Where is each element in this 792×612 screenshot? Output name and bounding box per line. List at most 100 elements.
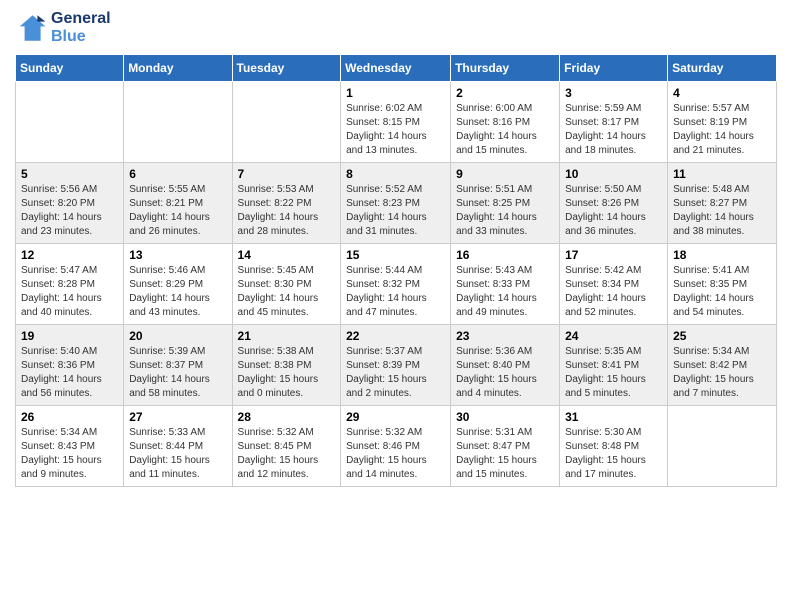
- day-number: 21: [238, 329, 336, 343]
- calendar-cell: 7 Sunrise: 5:53 AM Sunset: 8:22 PM Daylig…: [232, 163, 341, 244]
- day-number: 18: [673, 248, 771, 262]
- day-info: Sunrise: 5:33 AM Sunset: 8:44 PM Dayligh…: [129, 426, 226, 482]
- day-info: Sunrise: 5:34 AM Sunset: 8:42 PM Dayligh…: [673, 345, 771, 401]
- day-info: Sunrise: 5:30 AM Sunset: 8:48 PM Dayligh…: [565, 426, 662, 482]
- day-number: 22: [346, 329, 445, 343]
- day-number: 12: [21, 248, 118, 262]
- weekday-header-thursday: Thursday: [451, 55, 560, 82]
- day-number: 5: [21, 167, 118, 181]
- calendar-cell: 4 Sunrise: 5:57 AM Sunset: 8:19 PM Daylig…: [668, 82, 777, 163]
- calendar-cell: 6 Sunrise: 5:55 AM Sunset: 8:21 PM Daylig…: [124, 163, 232, 244]
- day-info: Sunrise: 5:37 AM Sunset: 8:39 PM Dayligh…: [346, 345, 445, 401]
- day-info: Sunrise: 5:45 AM Sunset: 8:30 PM Dayligh…: [238, 264, 336, 320]
- weekday-header-wednesday: Wednesday: [341, 55, 451, 82]
- calendar-cell: 3Sunrise: 5:59 AM Sunset: 8:17 PM Daylig…: [560, 82, 668, 163]
- day-number: 17: [565, 248, 662, 262]
- day-number: 7: [238, 167, 336, 181]
- day-number: 8: [346, 167, 445, 181]
- calendar: SundayMondayTuesdayWednesdayThursdayFrid…: [15, 54, 777, 487]
- calendar-cell: 23 Sunrise: 5:36 AM Sunset: 8:40 PM Dayli…: [451, 325, 560, 406]
- weekday-header-monday: Monday: [124, 55, 232, 82]
- day-number: 25: [673, 329, 771, 343]
- day-number: 27: [129, 410, 226, 424]
- calendar-cell: 24 Sunrise: 5:35 AM Sunset: 8:41 PM Dayli…: [560, 325, 668, 406]
- day-number: 9: [456, 167, 554, 181]
- day-number: 14: [238, 248, 336, 262]
- calendar-cell: 15 Sunrise: 5:44 AM Sunset: 8:32 PM Dayli…: [341, 244, 451, 325]
- day-number: 19: [21, 329, 118, 343]
- day-number: 31: [565, 410, 662, 424]
- day-number: 11: [673, 167, 771, 181]
- calendar-cell: 31 Sunrise: 5:30 AM Sunset: 8:48 PM Dayli…: [560, 406, 668, 487]
- day-number: 2: [456, 86, 554, 100]
- day-info: Sunrise: 5:41 AM Sunset: 8:35 PM Dayligh…: [673, 264, 771, 320]
- calendar-cell: 14 Sunrise: 5:45 AM Sunset: 8:30 PM Dayli…: [232, 244, 341, 325]
- calendar-cell: 8Sunrise: 5:52 AM Sunset: 8:23 PM Daylig…: [341, 163, 451, 244]
- calendar-cell: 17 Sunrise: 5:42 AM Sunset: 8:34 PM Dayli…: [560, 244, 668, 325]
- page-header: General Blue: [15, 10, 777, 46]
- day-info: Sunrise: 6:00 AM Sunset: 8:16 PM Dayligh…: [456, 102, 554, 158]
- day-number: 1: [346, 86, 445, 100]
- weekday-header-tuesday: Tuesday: [232, 55, 341, 82]
- day-number: 30: [456, 410, 554, 424]
- calendar-cell: [668, 406, 777, 487]
- calendar-cell: 16Sunrise: 5:43 AM Sunset: 8:33 PM Dayli…: [451, 244, 560, 325]
- calendar-cell: 9 Sunrise: 5:51 AM Sunset: 8:25 PM Daylig…: [451, 163, 560, 244]
- calendar-cell: 19 Sunrise: 5:40 AM Sunset: 8:36 PM Dayli…: [16, 325, 124, 406]
- calendar-cell: 13Sunrise: 5:46 AM Sunset: 8:29 PM Dayli…: [124, 244, 232, 325]
- logo-text: General Blue: [51, 10, 111, 46]
- day-number: 20: [129, 329, 226, 343]
- calendar-cell: 30 Sunrise: 5:31 AM Sunset: 8:47 PM Dayli…: [451, 406, 560, 487]
- calendar-cell: 22 Sunrise: 5:37 AM Sunset: 8:39 PM Dayli…: [341, 325, 451, 406]
- day-number: 10: [565, 167, 662, 181]
- day-number: 6: [129, 167, 226, 181]
- day-info: Sunrise: 5:35 AM Sunset: 8:41 PM Dayligh…: [565, 345, 662, 401]
- calendar-cell: 12 Sunrise: 5:47 AM Sunset: 8:28 PM Dayli…: [16, 244, 124, 325]
- day-info: Sunrise: 5:32 AM Sunset: 8:45 PM Dayligh…: [238, 426, 336, 482]
- calendar-cell: 10 Sunrise: 5:50 AM Sunset: 8:26 PM Dayli…: [560, 163, 668, 244]
- calendar-cell: 27 Sunrise: 5:33 AM Sunset: 8:44 PM Dayli…: [124, 406, 232, 487]
- calendar-cell: 18 Sunrise: 5:41 AM Sunset: 8:35 PM Dayli…: [668, 244, 777, 325]
- day-info: Sunrise: 5:42 AM Sunset: 8:34 PM Dayligh…: [565, 264, 662, 320]
- day-info: Sunrise: 5:38 AM Sunset: 8:38 PM Dayligh…: [238, 345, 336, 401]
- day-info: Sunrise: 5:57 AM Sunset: 8:19 PM Dayligh…: [673, 102, 771, 158]
- day-number: 23: [456, 329, 554, 343]
- day-info: Sunrise: 5:31 AM Sunset: 8:47 PM Dayligh…: [456, 426, 554, 482]
- day-info: Sunrise: 5:51 AM Sunset: 8:25 PM Dayligh…: [456, 183, 554, 239]
- calendar-cell: [124, 82, 232, 163]
- calendar-cell: 11 Sunrise: 5:48 AM Sunset: 8:27 PM Dayli…: [668, 163, 777, 244]
- calendar-cell: 26 Sunrise: 5:34 AM Sunset: 8:43 PM Dayli…: [16, 406, 124, 487]
- day-info: Sunrise: 5:53 AM Sunset: 8:22 PM Dayligh…: [238, 183, 336, 239]
- weekday-header-sunday: Sunday: [16, 55, 124, 82]
- day-number: 4: [673, 86, 771, 100]
- day-number: 26: [21, 410, 118, 424]
- day-number: 3: [565, 86, 662, 100]
- day-info: Sunrise: 5:48 AM Sunset: 8:27 PM Dayligh…: [673, 183, 771, 239]
- day-info: Sunrise: 5:32 AM Sunset: 8:46 PM Dayligh…: [346, 426, 445, 482]
- logo: General Blue: [15, 10, 111, 46]
- calendar-cell: 25 Sunrise: 5:34 AM Sunset: 8:42 PM Dayli…: [668, 325, 777, 406]
- day-number: 29: [346, 410, 445, 424]
- weekday-header-friday: Friday: [560, 55, 668, 82]
- day-info: Sunrise: 5:55 AM Sunset: 8:21 PM Dayligh…: [129, 183, 226, 239]
- day-info: Sunrise: 5:36 AM Sunset: 8:40 PM Dayligh…: [456, 345, 554, 401]
- calendar-cell: 29 Sunrise: 5:32 AM Sunset: 8:46 PM Dayli…: [341, 406, 451, 487]
- day-info: Sunrise: 5:50 AM Sunset: 8:26 PM Dayligh…: [565, 183, 662, 239]
- day-info: Sunrise: 5:34 AM Sunset: 8:43 PM Dayligh…: [21, 426, 118, 482]
- calendar-cell: 2 Sunrise: 6:00 AM Sunset: 8:16 PM Daylig…: [451, 82, 560, 163]
- calendar-cell: 20Sunrise: 5:39 AM Sunset: 8:37 PM Dayli…: [124, 325, 232, 406]
- calendar-cell: [232, 82, 341, 163]
- day-info: Sunrise: 5:44 AM Sunset: 8:32 PM Dayligh…: [346, 264, 445, 320]
- calendar-cell: 28 Sunrise: 5:32 AM Sunset: 8:45 PM Dayli…: [232, 406, 341, 487]
- day-number: 13: [129, 248, 226, 262]
- logo-icon: [15, 12, 47, 44]
- weekday-header-saturday: Saturday: [668, 55, 777, 82]
- day-info: Sunrise: 5:47 AM Sunset: 8:28 PM Dayligh…: [21, 264, 118, 320]
- day-number: 28: [238, 410, 336, 424]
- day-info: Sunrise: 6:02 AM Sunset: 8:15 PM Dayligh…: [346, 102, 445, 158]
- day-number: 15: [346, 248, 445, 262]
- day-info: Sunrise: 5:43 AM Sunset: 8:33 PM Dayligh…: [456, 264, 554, 320]
- day-number: 24: [565, 329, 662, 343]
- day-info: Sunrise: 5:40 AM Sunset: 8:36 PM Dayligh…: [21, 345, 118, 401]
- calendar-cell: 21 Sunrise: 5:38 AM Sunset: 8:38 PM Dayli…: [232, 325, 341, 406]
